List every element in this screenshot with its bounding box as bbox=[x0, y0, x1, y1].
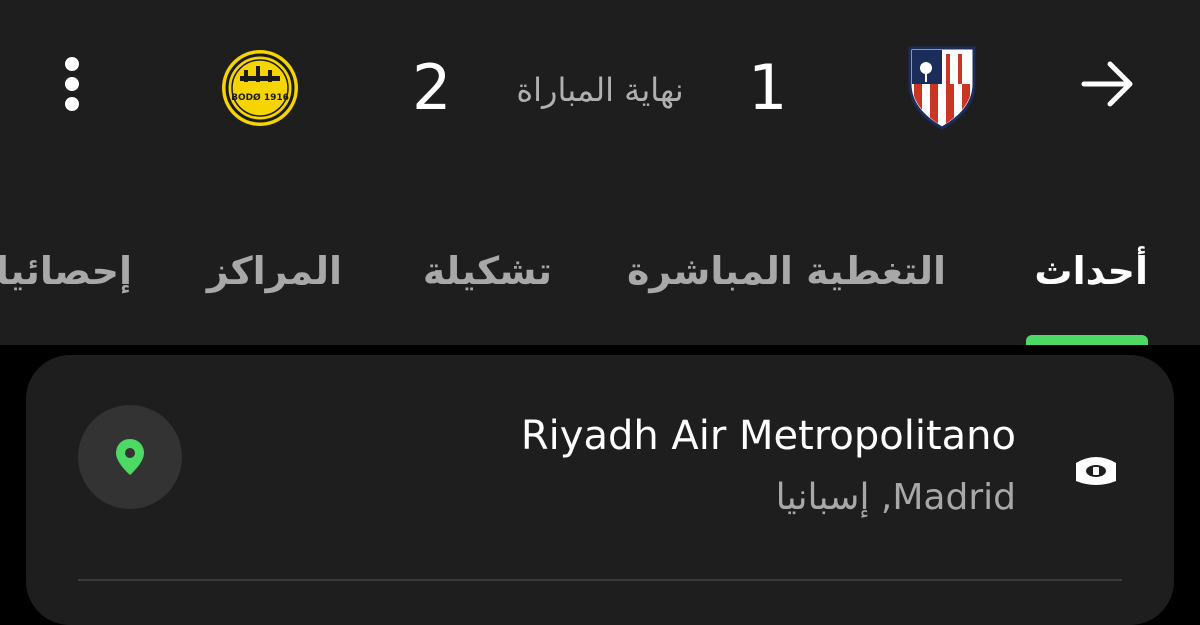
venue-city: إسبانيا ,Madrid bbox=[775, 477, 1016, 518]
tab-live-coverage[interactable]: التغطية المباشرة bbox=[627, 246, 946, 296]
location-pin-icon bbox=[116, 439, 144, 475]
venue-card[interactable]: Riyadh Air Metropolitano إسبانيا ,Madrid bbox=[26, 355, 1174, 625]
home-logo-text: BODØ 1916 bbox=[231, 92, 289, 103]
match-tabs: أحداث التغطية المباشرة تشكيلة المراكز إح… bbox=[0, 236, 1200, 345]
arrow-right-icon bbox=[1081, 61, 1133, 107]
home-team-logo[interactable]: BODØ 1916 bbox=[220, 48, 300, 128]
tab-statistics[interactable]: إحصائيات bbox=[0, 246, 132, 296]
tab-events[interactable]: أحداث bbox=[1034, 246, 1148, 296]
tab-standings[interactable]: المراكز bbox=[207, 246, 342, 296]
active-tab-indicator bbox=[1026, 335, 1148, 345]
match-header: BODØ 1916 2 نهاية المباراة 1 أحداث التغط… bbox=[0, 0, 1200, 345]
location-button[interactable] bbox=[78, 405, 182, 509]
tab-lineup[interactable]: تشكيلة bbox=[423, 246, 552, 296]
away-team-logo[interactable] bbox=[906, 44, 978, 130]
home-score: 2 bbox=[412, 51, 452, 124]
stadium-icon bbox=[1072, 445, 1120, 493]
more-vertical-icon bbox=[65, 57, 79, 111]
away-score: 1 bbox=[748, 51, 788, 124]
card-divider bbox=[78, 579, 1122, 581]
more-options-button[interactable] bbox=[40, 52, 104, 116]
back-button[interactable] bbox=[1076, 52, 1140, 116]
match-status: نهاية المباراة bbox=[516, 71, 684, 109]
venue-name: Riyadh Air Metropolitano bbox=[520, 413, 1016, 459]
